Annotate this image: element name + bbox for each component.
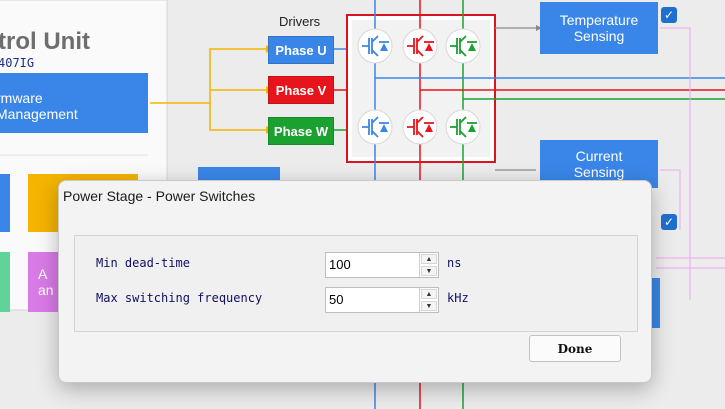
control-unit-subtitle: 407IG xyxy=(0,56,35,70)
spin-down-icon[interactable]: ▼ xyxy=(421,266,437,276)
firmware-block-label: rmware Management xyxy=(0,90,78,122)
max-switching-frequency-unit: kHz xyxy=(447,291,469,305)
power-switch-icon xyxy=(445,109,481,145)
check-icon: ✓ xyxy=(663,215,675,229)
power-switches-dialog: Power Stage - Power Switches Min dead-ti… xyxy=(58,180,652,383)
min-dead-time-input[interactable]: 100 xyxy=(326,253,419,277)
min-dead-time-label: Min dead-time xyxy=(96,256,190,270)
max-switching-frequency-input[interactable]: 50 xyxy=(326,288,419,312)
phase-v-block[interactable]: Phase V xyxy=(268,76,334,104)
drivers-label: Drivers xyxy=(279,14,321,29)
spin-down-icon[interactable]: ▼ xyxy=(421,301,437,311)
power-switch-icon xyxy=(357,28,393,64)
done-button[interactable]: Done xyxy=(529,335,621,362)
spin-up-icon[interactable]: ▲ xyxy=(421,289,437,299)
phase-u-label: Phase U xyxy=(275,42,327,58)
power-switch-icon xyxy=(402,28,438,64)
settings-group: Min dead-time 100 ▲ ▼ ns Max switching f… xyxy=(74,235,638,332)
temperature-sensing-block[interactable]: Temperature Sensing xyxy=(540,2,658,54)
dialog-title: Power Stage - Power Switches xyxy=(63,188,256,204)
check-icon: ✓ xyxy=(663,8,675,22)
control-unit-title: trol Unit xyxy=(0,28,90,55)
phase-w-label: Phase W xyxy=(273,123,329,139)
temperature-enable-checkbox[interactable]: ✓ xyxy=(661,7,677,23)
partial-block-label: A an xyxy=(38,266,54,298)
min-dead-time-unit: ns xyxy=(447,256,462,270)
power-switch-icon xyxy=(445,28,481,64)
current-sensing-label: Current Sensing xyxy=(573,148,625,180)
phase-w-block[interactable]: Phase W xyxy=(268,117,334,145)
phase-u-block[interactable]: Phase U xyxy=(268,36,334,64)
max-switching-frequency-spinbox[interactable]: 50 ▲ ▼ xyxy=(325,287,439,313)
phase-v-label: Phase V xyxy=(275,82,327,98)
min-dead-time-spinbox[interactable]: 100 ▲ ▼ xyxy=(325,252,439,278)
current-enable-checkbox[interactable]: ✓ xyxy=(661,214,677,230)
temperature-sensing-label: Temperature Sensing xyxy=(559,12,639,44)
max-switching-frequency-label: Max switching frequency xyxy=(96,291,263,305)
spin-up-icon[interactable]: ▲ xyxy=(421,254,437,264)
power-switch-icon xyxy=(402,109,438,145)
power-switch-icon xyxy=(357,109,393,145)
